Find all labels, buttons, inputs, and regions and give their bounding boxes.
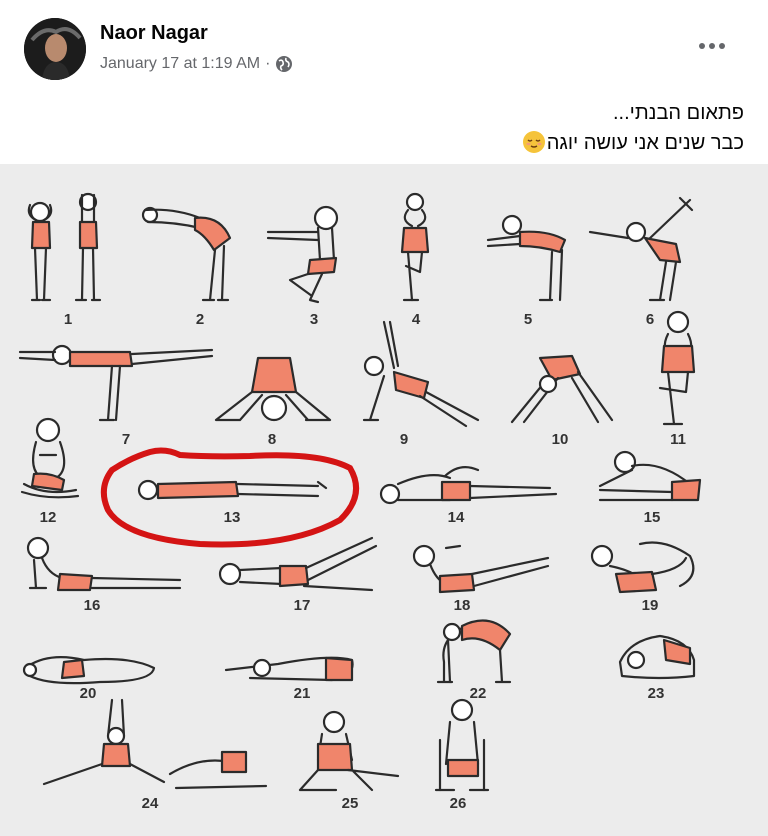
more-options-button[interactable] xyxy=(690,28,734,64)
pose-number-3: 3 xyxy=(310,311,318,328)
pose-number-13: 13 xyxy=(224,509,241,526)
more-dot-icon xyxy=(709,43,715,49)
pose-number-12: 12 xyxy=(40,509,57,526)
pose-6-figure xyxy=(588,196,694,302)
meta-separator: · xyxy=(265,55,271,72)
pose-number-20: 20 xyxy=(80,685,97,702)
pose-11-figure xyxy=(658,310,696,426)
pose-24-figure xyxy=(42,698,268,790)
pose-26-figure xyxy=(434,698,490,792)
pose-4-figure xyxy=(400,192,430,302)
pose-3-figure xyxy=(266,205,339,304)
pose-number-8: 8 xyxy=(268,431,276,448)
pose-number-11: 11 xyxy=(670,431,686,448)
pose-number-17: 17 xyxy=(294,597,311,614)
pose-number-21: 21 xyxy=(294,685,311,702)
pose-16-figure xyxy=(26,536,182,592)
post-header: Naor Nagar January 17 at 1:19 AM · xyxy=(0,0,768,90)
post-text: פתאום הבנתי... כבר שנים אני עושה יוגה xyxy=(44,98,744,158)
pose-number-1: 1 xyxy=(64,311,72,328)
pose-1-figure xyxy=(27,192,102,302)
pose-number-16: 16 xyxy=(84,597,101,614)
pose-number-14: 14 xyxy=(448,509,465,526)
post-meta: January 17 at 1:19 AM · xyxy=(100,55,293,73)
globe-icon[interactable] xyxy=(275,55,293,73)
pose-5-figure xyxy=(486,214,567,302)
post-text-line-2-text: כבר שנים אני עושה יוגה xyxy=(546,132,744,154)
pose-23-figure xyxy=(618,634,696,680)
pose-18-figure xyxy=(412,544,550,594)
pose-9-figure xyxy=(362,320,480,428)
pose-number-10: 10 xyxy=(552,431,569,448)
pose-7-figure xyxy=(18,344,214,422)
pose-12-figure xyxy=(20,417,80,499)
post-image-yoga-poses[interactable]: .o { stroke: #2b2b2b; stroke-width: 2.2;… xyxy=(0,164,768,836)
pose-15-figure xyxy=(598,450,702,502)
pose-number-19: 19 xyxy=(642,597,659,614)
pose-number-15: 15 xyxy=(644,509,661,526)
pose-number-7: 7 xyxy=(122,431,130,448)
pose-2-figure xyxy=(141,206,232,302)
pose-number-5: 5 xyxy=(524,311,532,328)
pose-21-figure xyxy=(224,656,354,682)
more-dot-icon xyxy=(699,43,705,49)
pose-number-22: 22 xyxy=(470,685,487,702)
post-text-line-2: כבר שנים אני עושה יוגה xyxy=(44,128,744,158)
relieved-face-emoji-icon xyxy=(522,131,545,153)
yoga-poses-illustration: .o { stroke: #2b2b2b; stroke-width: 2.2;… xyxy=(18,192,702,812)
pose-number-2: 2 xyxy=(196,311,204,328)
pose-number-9: 9 xyxy=(400,431,408,448)
avatar[interactable] xyxy=(24,18,86,80)
pose-19-figure xyxy=(590,541,695,594)
author-name[interactable]: Naor Nagar xyxy=(100,22,208,45)
timestamp[interactable]: January 17 at 1:19 AM xyxy=(100,55,260,73)
pose-14-figure xyxy=(379,465,558,505)
pose-13-figure xyxy=(137,479,328,501)
pose-number-23: 23 xyxy=(648,685,665,702)
pose-25-figure xyxy=(298,710,400,792)
post-text-line-1: פתאום הבנתי... xyxy=(613,102,744,124)
pose-number-26: 26 xyxy=(450,795,467,812)
pose-number-25: 25 xyxy=(342,795,359,812)
pose-number-18: 18 xyxy=(454,597,471,614)
more-dot-icon xyxy=(719,43,725,49)
pose-8-figure xyxy=(214,356,332,422)
pose-10-figure xyxy=(510,354,614,424)
pose-22-figure xyxy=(436,619,512,684)
pose-number-4: 4 xyxy=(412,311,421,328)
pose-number-6: 6 xyxy=(646,311,654,328)
pose-20-figure xyxy=(22,655,156,685)
pose-number-24: 24 xyxy=(142,795,159,812)
